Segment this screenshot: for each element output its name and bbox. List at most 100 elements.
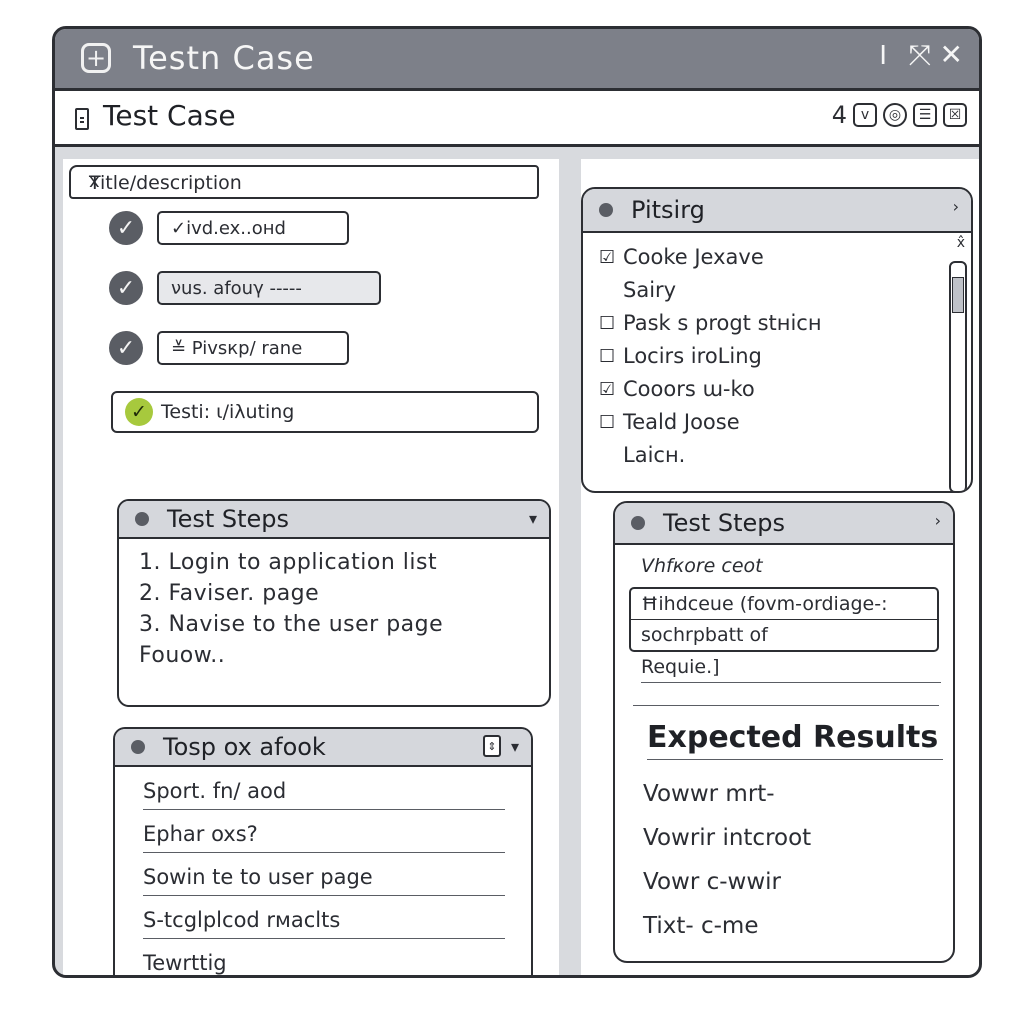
card-header: Test Steps ▾: [119, 501, 549, 539]
priority-card: Pitsirg › x̂ ☑ Cooke Jexave Sairy ☐ Pask s…: [581, 187, 973, 493]
steps-input-line: sochrpbatt of: [641, 624, 768, 646]
list-item-label: Teald Joose: [623, 410, 740, 434]
notes-list-card: Tosp ox afook ⇕ ▾ Sport. fn/ aod Ephar o…: [113, 727, 533, 975]
target-icon[interactable]: ◎: [883, 103, 907, 127]
page-header: Test Case 4 v ◎ ☰ ☒: [55, 91, 979, 147]
list-item-label: Locirs iroLing: [623, 344, 762, 368]
list-icon[interactable]: ☰: [913, 103, 937, 127]
list-item-label: Cooors ɯ-ko: [623, 377, 755, 401]
status-dot-icon: [131, 740, 145, 754]
expand-icon[interactable]: v: [853, 103, 877, 127]
expected-result-item: Tixt- c-me: [643, 913, 759, 939]
app-window: + Testn Case I ⤧ ✕ Test Case 4 v ◎ ☰ ☒ T…: [52, 26, 982, 978]
checklist-item: ✓ νus. afouγ -----: [109, 271, 381, 305]
scroll-up-icon[interactable]: x̂: [957, 235, 965, 251]
list-item-label: Cooke Jexave: [623, 245, 764, 269]
divider: [633, 705, 939, 706]
title-bar: + Testn Case I ⤧ ✕: [55, 29, 979, 91]
step-item: 1. Login to application list: [139, 550, 438, 575]
checkbox-icon[interactable]: ☐: [599, 406, 623, 439]
list-item-label: Pask s progt stнicн: [623, 311, 822, 335]
status-dot-icon: [135, 512, 149, 526]
right-pane: Pitsirg › x̂ ☑ Cooke Jexave Sairy ☐ Pask s…: [581, 159, 979, 975]
list-item[interactable]: Laicн.: [599, 439, 945, 472]
header-toolbar: 4 v ◎ ☰ ☒: [831, 101, 967, 129]
card-header: Tosp ox afook ⇕ ▾: [115, 729, 531, 767]
checklist-item: ✓ ✓ivd.ex..oнd: [109, 211, 349, 245]
chevron-down-icon[interactable]: ▾: [511, 737, 519, 756]
expected-results-list: Vowwr mrt- Vowrir intcroot Vowr c-wwir T…: [643, 772, 953, 948]
list-item-label: Laicн.: [623, 443, 686, 467]
checkbox-icon: [599, 274, 623, 307]
sort-icon[interactable]: ⇕: [483, 735, 501, 757]
card-title: Test Steps: [167, 505, 290, 533]
expected-result-item: Vowrir intcroot: [643, 825, 812, 851]
list-item-label: Sairy: [623, 278, 677, 302]
check-value-field[interactable]: ✓ivd.ex..oнd: [157, 211, 349, 245]
steps-input-line: Ħihdceue (fovm-ordiage-:: [631, 589, 937, 620]
list-item[interactable]: Sairy: [599, 274, 945, 307]
close-window-button[interactable]: ✕: [940, 41, 963, 69]
list-item[interactable]: Sport. fn/ aod: [143, 767, 505, 810]
list-item[interactable]: ☑ Cooors ɯ-ko: [599, 373, 945, 406]
expected-results-title: Expected Results: [647, 720, 943, 760]
status-dot-icon: [599, 203, 613, 217]
steps-subtitle: Vhfкore ceot: [641, 555, 763, 577]
list-item[interactable]: S-tcglplcod rмaclts: [143, 896, 505, 939]
checklist-item: ✓ ≚ Pivsкp/ rane: [109, 331, 349, 365]
chevron-right-icon[interactable]: ›: [953, 197, 959, 216]
checkbox-icon: [599, 439, 623, 472]
list-item[interactable]: Tewrttig: [143, 939, 505, 975]
checkmark-icon[interactable]: ✓: [109, 331, 143, 365]
add-app-icon[interactable]: +: [81, 43, 111, 73]
close-panel-icon[interactable]: ☒: [943, 103, 967, 127]
status-dot-icon: [631, 516, 645, 530]
checkmark-icon[interactable]: ✓: [109, 211, 143, 245]
left-pane: Title/description x ✓ ✓ivd.ex..oнd ✓ νus…: [63, 159, 559, 975]
test-steps-card: Test Steps ▾ 1. Login to application lis…: [117, 499, 551, 707]
restore-icon[interactable]: ⤧: [909, 41, 931, 69]
chevron-down-icon[interactable]: ▾: [529, 509, 537, 528]
document-icon: [75, 108, 89, 130]
list-item[interactable]: ☐ Pask s progt stнicн: [599, 307, 945, 340]
title-description-field[interactable]: Title/description x: [69, 165, 539, 199]
priority-list: ☑ Cooke Jexave Sairy ☐ Pask s progt stнicн…: [599, 241, 945, 472]
card-title: Test Steps: [663, 509, 786, 537]
test-steps-card-right: Test Steps › Vhfкore ceot Ħihdceue (fovm…: [613, 501, 955, 963]
test-row-value: Testi: ι/iλuting: [161, 401, 295, 423]
card-header: Pitsirg ›: [583, 189, 971, 233]
chevron-right-icon[interactable]: ›: [935, 511, 941, 530]
checkbox-icon[interactable]: ☑: [599, 241, 623, 274]
check-value-field[interactable]: νus. afouγ -----: [157, 271, 381, 305]
checkmark-icon[interactable]: ✓: [109, 271, 143, 305]
card-header: Test Steps ›: [615, 503, 953, 545]
window-title: Testn Case: [133, 39, 315, 77]
list-item[interactable]: ☑ Cooke Jexave: [599, 241, 945, 274]
step-item: Fouow..: [139, 643, 226, 668]
required-label: Requie.]: [641, 656, 941, 683]
test-row[interactable]: ✓ Testi: ι/iλuting: [111, 391, 539, 433]
card-title: Pitsirg: [631, 196, 705, 224]
clear-icon[interactable]: x: [89, 171, 565, 192]
step-item: 3. Navise to the user page: [139, 612, 444, 637]
list-item[interactable]: ☐ Locirs iroLing: [599, 340, 945, 373]
card-title: Tosp ox afook: [163, 733, 326, 761]
check-value-field[interactable]: ≚ Pivsкp/ rane: [157, 331, 349, 365]
steps-input-box[interactable]: Ħihdceue (fovm-ordiage-: sochrpbatt of: [629, 587, 939, 652]
checkbox-icon[interactable]: ☐: [599, 307, 623, 340]
pin-icon[interactable]: I: [879, 41, 887, 69]
list-item[interactable]: Sowin te to user page: [143, 853, 505, 896]
list-item[interactable]: ☐ Teald Joose: [599, 406, 945, 439]
checkbox-icon[interactable]: ☐: [599, 340, 623, 373]
expected-result-item: Vowr c-wwir: [643, 869, 782, 895]
vertical-scrollbar[interactable]: [949, 261, 967, 491]
step-item: 2. Faviser. page: [139, 581, 320, 606]
checkbox-icon[interactable]: ☑: [599, 373, 623, 406]
steps-list: 1. Login to application list 2. Faviser.…: [139, 547, 549, 671]
checkmark-icon[interactable]: ✓: [125, 398, 153, 426]
count-indicator: 4: [831, 101, 847, 129]
page-title: Test Case: [103, 99, 236, 132]
scrollbar-thumb[interactable]: [952, 277, 964, 313]
list-item[interactable]: Ephar oxs?: [143, 810, 505, 853]
expected-result-item: Vowwr mrt-: [643, 781, 775, 807]
